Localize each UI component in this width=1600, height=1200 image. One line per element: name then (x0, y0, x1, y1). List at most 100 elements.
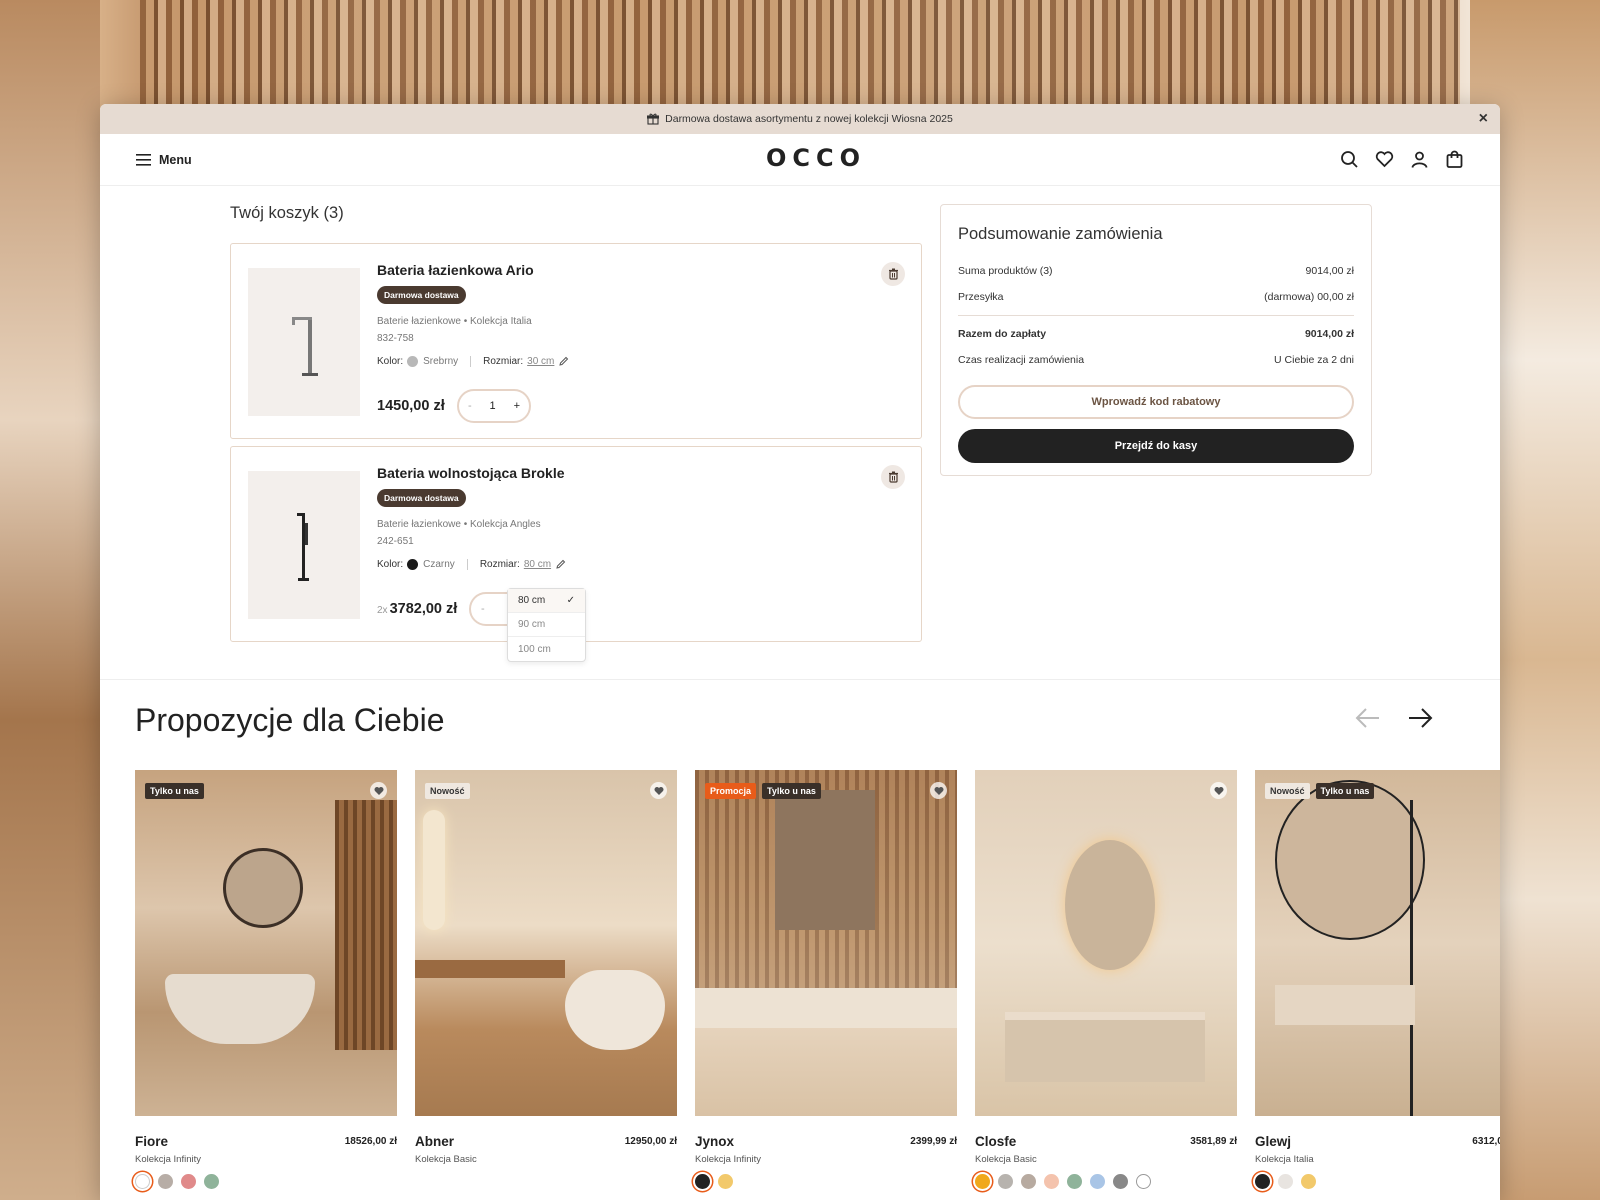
product-collection: Kolekcja Basic (415, 1154, 477, 1165)
cart-icon[interactable] (1445, 150, 1464, 169)
product-thumbnail[interactable] (248, 471, 360, 619)
wishlist-heart-icon[interactable] (650, 782, 667, 799)
product-image[interactable] (975, 770, 1237, 1116)
quantity-prefix: 2x (377, 605, 388, 616)
order-summary: Podsumowanie zamówienia Suma produktów (… (940, 204, 1372, 476)
color-swatch[interactable] (695, 1174, 710, 1189)
wishlist-heart-icon[interactable] (1210, 782, 1227, 799)
item-category: Baterie łazienkowe • Kolekcja Angles (377, 519, 541, 530)
item-price: 1450,00 zł (377, 398, 445, 414)
wishlist-heart-icon[interactable] (930, 782, 947, 799)
summary-row: Czas realizacji zamówienia U Ciebie za 2 … (958, 354, 1354, 366)
menu-label: Menu (159, 152, 192, 167)
decrease-button[interactable]: - (481, 603, 485, 615)
summary-row: Suma produktów (3) 9014,00 zł (958, 265, 1354, 277)
color-swatch[interactable] (1113, 1174, 1128, 1189)
cart-item: Bateria łazienkowa Ario Darmowa dostawa … (230, 243, 922, 439)
size-option[interactable]: 80 cm ✓ (508, 589, 585, 613)
product-collection: Kolekcja Infinity (695, 1154, 762, 1165)
card-badges: Tylko u nas (145, 783, 204, 799)
size-option[interactable]: 100 cm (508, 637, 585, 661)
color-swatch[interactable] (1021, 1174, 1036, 1189)
pencil-icon[interactable] (555, 559, 566, 570)
summary-total-row: Razem do zapłaty 9014,00 zł (958, 328, 1354, 340)
color-swatch[interactable] (1255, 1174, 1270, 1189)
product-image[interactable]: Promocja Tylko u nas (695, 770, 957, 1116)
shower-glass-shape (1410, 800, 1413, 1116)
product-image[interactable]: Nowość Tylko u nas (1255, 770, 1500, 1116)
quantity-value[interactable]: 1 (490, 400, 496, 412)
color-swatch[interactable] (158, 1174, 173, 1189)
product-card[interactable]: Nowość Tylko u nas Glewj 6312,00 zł Kole… (1255, 770, 1500, 1189)
wishlist-heart-icon[interactable] (370, 782, 387, 799)
product-name[interactable]: Abner (415, 1134, 454, 1149)
promo-bar: Darmowa dostawa asortymentu z nowej kole… (100, 104, 1500, 134)
product-thumbnail[interactable] (248, 268, 360, 416)
product-card[interactable]: Nowość Abner 12950,00 zł Kolekcja Basic (415, 770, 677, 1165)
user-icon[interactable] (1410, 150, 1429, 169)
remove-item-button[interactable] (881, 465, 905, 489)
discount-code-button[interactable]: Wprowadź kod rabatowy (958, 385, 1354, 419)
checkout-button[interactable]: Przejdź do kasy (958, 429, 1354, 463)
product-price: 6312,00 zł (1472, 1136, 1500, 1147)
menu-button[interactable]: Menu (136, 153, 192, 167)
color-name: Srebrny (423, 356, 459, 367)
arrow-left-icon[interactable] (1354, 704, 1382, 732)
product-price: 3581,89 zł (1190, 1136, 1237, 1147)
color-swatch[interactable] (135, 1174, 150, 1189)
promo-badge: Promocja (705, 783, 757, 799)
close-icon[interactable]: × (1479, 110, 1488, 128)
color-swatch[interactable] (975, 1174, 990, 1189)
new-badge: Nowość (1265, 783, 1310, 799)
arrow-right-icon[interactable] (1406, 704, 1434, 732)
product-image[interactable]: Nowość (415, 770, 677, 1116)
product-card[interactable]: Promocja Tylko u nas Jynox 2399,99 zł Ko… (695, 770, 957, 1189)
color-swatch[interactable] (181, 1174, 196, 1189)
product-name[interactable]: Closfe (975, 1134, 1016, 1149)
item-sku: 832-758 (377, 333, 414, 344)
product-collection: Kolekcja Infinity (135, 1154, 202, 1165)
product-price: 2399,99 zł (910, 1136, 957, 1147)
color-swatch[interactable] (1301, 1174, 1316, 1189)
heart-icon[interactable] (1375, 150, 1394, 169)
product-card[interactable]: Tylko u nas Fiore 18526,00 zł Kolekcja I… (135, 770, 397, 1189)
exclusive-badge: Tylko u nas (145, 783, 204, 799)
product-name[interactable]: Fiore (135, 1134, 168, 1149)
color-swatch[interactable] (1136, 1174, 1151, 1189)
mirror-shape (423, 810, 445, 930)
size-selector[interactable]: 80 cm (524, 559, 551, 570)
color-swatch[interactable] (1278, 1174, 1293, 1189)
size-selector[interactable]: 30 cm (527, 356, 554, 367)
vanity-shape (1005, 1012, 1205, 1082)
site-logo[interactable]: OCCO (766, 144, 866, 172)
divider (466, 559, 468, 570)
bathtub-shape (165, 974, 315, 1044)
color-swatch[interactable] (1044, 1174, 1059, 1189)
search-icon[interactable] (1340, 150, 1359, 169)
pencil-icon[interactable] (558, 356, 569, 367)
item-category: Baterie łazienkowe • Kolekcja Italia (377, 316, 532, 327)
product-card[interactable]: Closfe 3581,89 zł Kolekcja Basic (975, 770, 1237, 1189)
product-name[interactable]: Glewj (1255, 1134, 1291, 1149)
increase-button[interactable]: + (514, 400, 520, 412)
size-label: Rozmiar: (483, 356, 524, 367)
item-name[interactable]: Bateria łazienkowa Ario (377, 262, 534, 278)
divider (470, 356, 472, 367)
color-swatch[interactable] (1067, 1174, 1082, 1189)
product-name[interactable]: Jynox (695, 1134, 734, 1149)
new-badge: Nowość (425, 783, 470, 799)
wood-slats-shape (335, 800, 397, 1050)
floor-faucet-image (297, 513, 309, 581)
item-name[interactable]: Bateria wolnostojąca Brokle (377, 465, 565, 481)
size-option[interactable]: 90 cm (508, 613, 585, 637)
color-swatch[interactable] (1090, 1174, 1105, 1189)
product-image[interactable]: Tylko u nas (135, 770, 397, 1116)
recommendations-title: Propozycje dla Ciebie (135, 702, 445, 738)
color-swatch[interactable] (998, 1174, 1013, 1189)
color-swatch[interactable] (718, 1174, 733, 1189)
remove-item-button[interactable] (881, 262, 905, 286)
mirror-shape (1275, 780, 1425, 940)
color-swatch[interactable] (204, 1174, 219, 1189)
decrease-button[interactable]: - (468, 400, 472, 412)
header-actions (1340, 150, 1464, 169)
